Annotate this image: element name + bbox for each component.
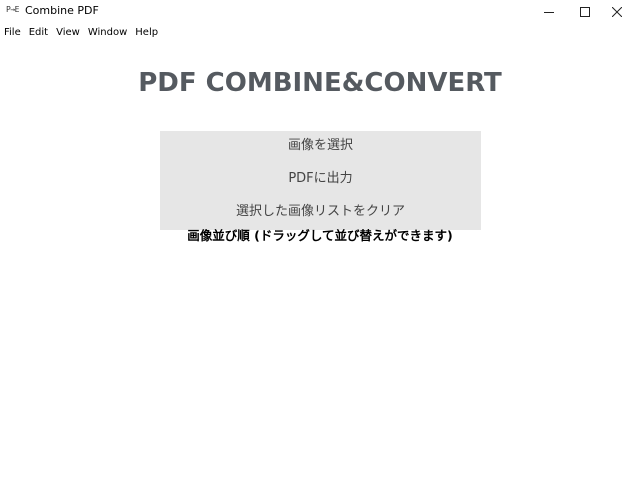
close-icon [612, 6, 622, 17]
menu-help[interactable]: Help [131, 26, 162, 40]
minimize-icon [544, 11, 554, 13]
image-order-list[interactable] [0, 248, 640, 481]
menu-bar: File Edit View Window Help [0, 24, 640, 42]
app-heading: PDF COMBINE&CONVERT [138, 68, 502, 98]
action-button-panel: 画像を選択 PDFに出力 選択した画像リストをクリア [160, 131, 481, 230]
close-button[interactable] [594, 0, 640, 23]
window-title: Combine PDF [25, 4, 99, 17]
menu-view[interactable]: View [52, 26, 84, 40]
clear-image-list-button[interactable]: 選択した画像リストをクリア [160, 197, 481, 227]
app-window: P→E Combine PDF File Edit View Window He… [0, 0, 640, 481]
menu-file[interactable]: File [0, 26, 25, 40]
image-order-label: 画像並び順 (ドラッグして並び替えができます) [187, 228, 453, 243]
output-pdf-button[interactable]: PDFに出力 [160, 164, 481, 194]
menu-edit[interactable]: Edit [25, 26, 52, 40]
select-images-button[interactable]: 画像を選択 [160, 131, 481, 161]
title-bar[interactable]: P→E Combine PDF [0, 0, 640, 23]
maximize-icon [580, 6, 590, 17]
menu-window[interactable]: Window [84, 26, 131, 40]
app-icon: P→E [6, 5, 19, 14]
